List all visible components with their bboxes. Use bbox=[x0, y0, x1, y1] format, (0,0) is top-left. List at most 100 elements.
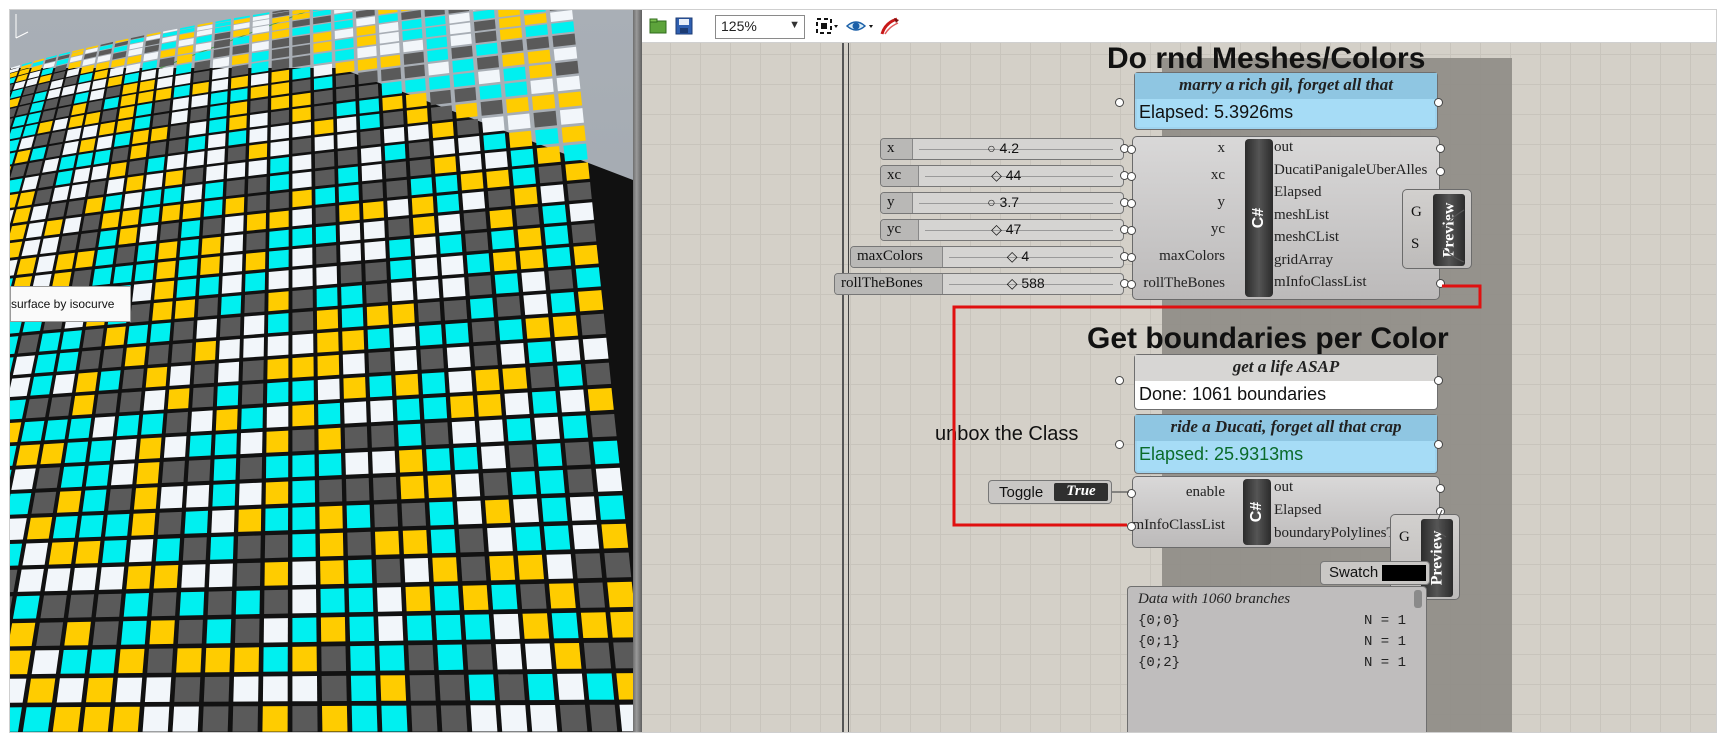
output-grip[interactable] bbox=[1434, 98, 1443, 107]
input-grip[interactable] bbox=[1127, 199, 1136, 208]
output-param-meshCList[interactable]: meshCList bbox=[1274, 229, 1339, 246]
output-param-mInfoClassList[interactable]: mInfoClassList bbox=[1274, 274, 1367, 291]
preview-component-1[interactable]: G S Preview bbox=[1402, 189, 1472, 269]
number-slider-x[interactable]: x ○ 4.2 bbox=[880, 138, 1124, 160]
branch-path: {0;0} bbox=[1138, 613, 1181, 629]
input-param-xc[interactable]: xc bbox=[1211, 167, 1225, 184]
output-param-out[interactable]: out bbox=[1274, 139, 1293, 156]
input-grip[interactable] bbox=[1127, 253, 1136, 262]
output-param-gridArray[interactable]: gridArray bbox=[1274, 252, 1333, 269]
output-param-DucatiPanigaleUberAlles[interactable]: DucatiPanigaleUberAlles bbox=[1274, 162, 1427, 179]
input-grip[interactable] bbox=[1127, 280, 1136, 289]
branch-path: {0;2} bbox=[1138, 655, 1181, 671]
slider-name: rollTheBones bbox=[835, 274, 943, 294]
number-slider-y[interactable]: y ○ 3.7 bbox=[880, 192, 1124, 214]
boolean-toggle[interactable]: Toggle True bbox=[988, 480, 1112, 504]
colour-swatch[interactable]: Swatch bbox=[1320, 561, 1430, 585]
save-icon[interactable] bbox=[672, 14, 696, 38]
tooltip: surface by isocurve bbox=[10, 286, 131, 322]
branch-count: N = 1 bbox=[1363, 613, 1406, 629]
panel-elapsed-2[interactable]: ride a Ducati, forget all that crap Elap… bbox=[1134, 414, 1438, 474]
output-param-Elapsed[interactable]: Elapsed bbox=[1274, 184, 1321, 201]
canvas-divider bbox=[842, 43, 844, 732]
slider-value[interactable]: ○ 4.2 bbox=[987, 140, 1019, 156]
input-param-maxColors[interactable]: maxColors bbox=[1159, 248, 1225, 265]
slider-handle-icon[interactable]: ◇ bbox=[991, 221, 1002, 237]
group-title-boundaries: Get boundaries per Color bbox=[1087, 322, 1449, 355]
slider-value[interactable]: ◇ 4 bbox=[1007, 248, 1029, 265]
slider-value[interactable]: ◇ 44 bbox=[991, 167, 1021, 184]
input-grip[interactable] bbox=[1127, 172, 1136, 181]
slider-handle-icon[interactable]: ○ bbox=[987, 194, 995, 210]
input-grip[interactable] bbox=[1127, 145, 1136, 154]
branch-count: N = 1 bbox=[1363, 655, 1406, 671]
panel-text: Elapsed: 25.9313ms bbox=[1137, 441, 1435, 471]
geometry-input-label: G bbox=[1411, 204, 1422, 220]
zoom-extents-icon[interactable] bbox=[812, 14, 842, 38]
panel-text: Done: 1061 boundaries bbox=[1137, 381, 1435, 407]
number-slider-xc[interactable]: xc ◇ 44 bbox=[880, 165, 1124, 187]
rhino-viewport[interactable]: surface by isocurve bbox=[10, 10, 633, 732]
input-grip[interactable] bbox=[1127, 226, 1136, 235]
input-param-mInfoClassList[interactable]: mInfoClassList bbox=[1133, 517, 1226, 534]
panel-elapsed-1[interactable]: marry a rich gil, forget all that Elapse… bbox=[1134, 72, 1438, 130]
canvas-divider bbox=[848, 43, 849, 732]
input-param-rollTheBones[interactable]: rollTheBones bbox=[1143, 275, 1225, 292]
panel-header: marry a rich gil, forget all that bbox=[1135, 73, 1437, 99]
panel-done[interactable]: get a life ASAP Done: 1061 boundaries bbox=[1134, 354, 1438, 410]
toggle-label: Toggle bbox=[999, 484, 1044, 501]
output-grip[interactable] bbox=[1434, 376, 1443, 385]
slider-name: x bbox=[881, 139, 913, 159]
output-param-out[interactable]: out bbox=[1274, 479, 1293, 496]
slider-value[interactable]: ○ 3.7 bbox=[987, 194, 1019, 210]
data-row: {0;0} N = 1 bbox=[1138, 613, 1420, 629]
output-grip[interactable] bbox=[1436, 279, 1445, 288]
eye-icon[interactable] bbox=[844, 14, 876, 38]
swatch-color[interactable] bbox=[1382, 565, 1426, 581]
zoom-select[interactable]: 125% ▼ bbox=[715, 15, 805, 39]
slider-value[interactable]: ◇ 588 bbox=[1007, 275, 1045, 292]
input-grip[interactable] bbox=[1127, 522, 1136, 531]
grasshopper-canvas[interactable]: 125% ▼ Do rnd Meshes/Colors Get boundari… bbox=[642, 10, 1716, 732]
chevron-down-icon: ▼ bbox=[789, 19, 800, 31]
swatch-label: Swatch bbox=[1329, 564, 1379, 581]
scribble-unbox: unbox the Class bbox=[935, 423, 1079, 445]
data-row: {0;1} N = 1 bbox=[1138, 634, 1420, 650]
slider-handle-icon[interactable]: ◇ bbox=[1007, 275, 1018, 291]
input-grip[interactable] bbox=[1115, 440, 1124, 449]
branch-count: N = 1 bbox=[1363, 634, 1406, 650]
panel-header: get a life ASAP bbox=[1135, 355, 1437, 381]
slider-value[interactable]: ◇ 47 bbox=[991, 221, 1021, 238]
input-grip[interactable] bbox=[1115, 98, 1124, 107]
output-param-Elapsed[interactable]: Elapsed bbox=[1274, 502, 1321, 519]
data-panel-header: Data with 1060 branches bbox=[1138, 591, 1291, 607]
number-slider-maxColors[interactable]: maxColors ◇ 4 bbox=[850, 246, 1124, 268]
input-grip[interactable] bbox=[1115, 376, 1124, 385]
toggle-value[interactable]: True bbox=[1054, 483, 1108, 501]
data-panel[interactable]: Data with 1060 branches {0;0} N = 1 {0;1} N… bbox=[1127, 586, 1427, 732]
slider-name: yc bbox=[881, 220, 919, 240]
input-param-x[interactable]: x bbox=[1218, 140, 1226, 157]
slider-name: maxColors bbox=[851, 247, 943, 267]
open-file-icon[interactable] bbox=[646, 14, 670, 38]
output-grip[interactable] bbox=[1436, 484, 1445, 493]
input-param-yc[interactable]: yc bbox=[1211, 221, 1225, 238]
input-grip[interactable] bbox=[1127, 489, 1136, 498]
viewport-splitter[interactable] bbox=[633, 10, 642, 732]
slider-track[interactable] bbox=[949, 257, 1113, 258]
output-grip[interactable] bbox=[1436, 144, 1445, 153]
output-grip[interactable] bbox=[1436, 166, 1445, 176]
scrollbar[interactable] bbox=[1414, 590, 1422, 608]
number-slider-yc[interactable]: yc ◇ 47 bbox=[880, 219, 1124, 241]
slider-handle-icon[interactable]: ◇ bbox=[991, 167, 1002, 183]
slider-handle-icon[interactable]: ○ bbox=[987, 140, 995, 156]
input-param-enable[interactable]: enable bbox=[1186, 484, 1225, 501]
shader-input-label: S bbox=[1411, 236, 1420, 252]
panel-header: ride a Ducati, forget all that crap bbox=[1135, 415, 1437, 441]
output-grip[interactable] bbox=[1434, 440, 1443, 449]
number-slider-rollTheBones[interactable]: rollTheBones ◇ 588 bbox=[834, 273, 1124, 295]
input-param-y[interactable]: y bbox=[1218, 194, 1226, 211]
slider-handle-icon[interactable]: ◇ bbox=[1007, 248, 1018, 264]
output-param-meshList[interactable]: meshList bbox=[1274, 207, 1329, 224]
sketch-icon[interactable] bbox=[878, 14, 902, 38]
